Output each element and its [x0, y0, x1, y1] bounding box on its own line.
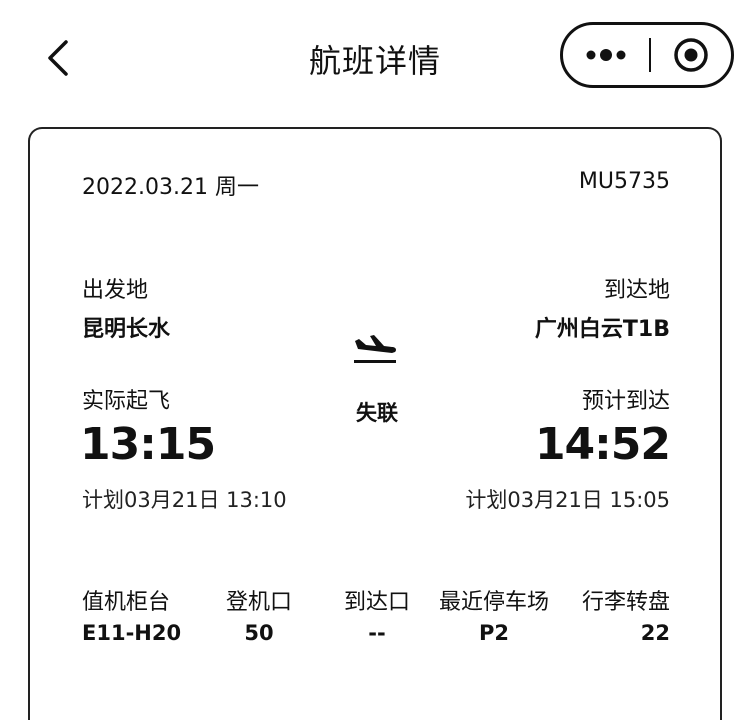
- mini-program-capsule: [560, 22, 734, 88]
- flight-card: 2022.03.21 周一 MU5735 出发地 昆明长水 到达地 广州白云T1…: [28, 127, 722, 720]
- more-dots-icon: [586, 49, 626, 61]
- departure-planned-time: 计划03月21日 13:10: [82, 488, 287, 512]
- arrival-planned-time: 计划03月21日 15:05: [465, 488, 670, 512]
- flight-detail-page: 航班详情 2022.03.21 周一 MU5735 出发地 昆明长水 到达地 广…: [0, 0, 750, 720]
- close-button[interactable]: [651, 25, 731, 85]
- flight-number: MU5735: [578, 169, 670, 194]
- arrival-gate-value: --: [368, 621, 386, 645]
- baggage-carousel-label: 行李转盘: [581, 590, 670, 615]
- boarding-gate-label: 登机口: [225, 590, 292, 615]
- more-button[interactable]: [563, 25, 649, 85]
- departure-label: 出发地: [82, 278, 149, 303]
- arrival-time-label: 预计到达: [581, 389, 670, 414]
- plane-landing-icon: [354, 335, 396, 363]
- departure-time: 13:15: [80, 419, 216, 470]
- flight-date: 2022.03.21 周一: [82, 175, 259, 200]
- baggage-carousel-value: 22: [640, 621, 670, 645]
- departure-city: 昆明长水: [82, 317, 171, 342]
- arrival-label: 到达地: [603, 278, 670, 303]
- arrival-city: 广州白云T1B: [534, 317, 670, 342]
- nearest-parking-value: P2: [478, 621, 509, 645]
- target-circle-icon: [674, 38, 708, 72]
- departure-time-label: 实际起飞: [82, 389, 171, 414]
- arrival-gate-label: 到达口: [343, 590, 410, 615]
- arrival-time: 14:52: [534, 419, 671, 470]
- checkin-counter-label: 值机柜台: [82, 590, 171, 615]
- checkin-counter-value: E11-H20: [82, 621, 182, 645]
- nearest-parking-label: 最近停车场: [438, 590, 549, 615]
- boarding-gate-value: 50: [244, 621, 274, 645]
- nav-header: 航班详情: [0, 0, 750, 110]
